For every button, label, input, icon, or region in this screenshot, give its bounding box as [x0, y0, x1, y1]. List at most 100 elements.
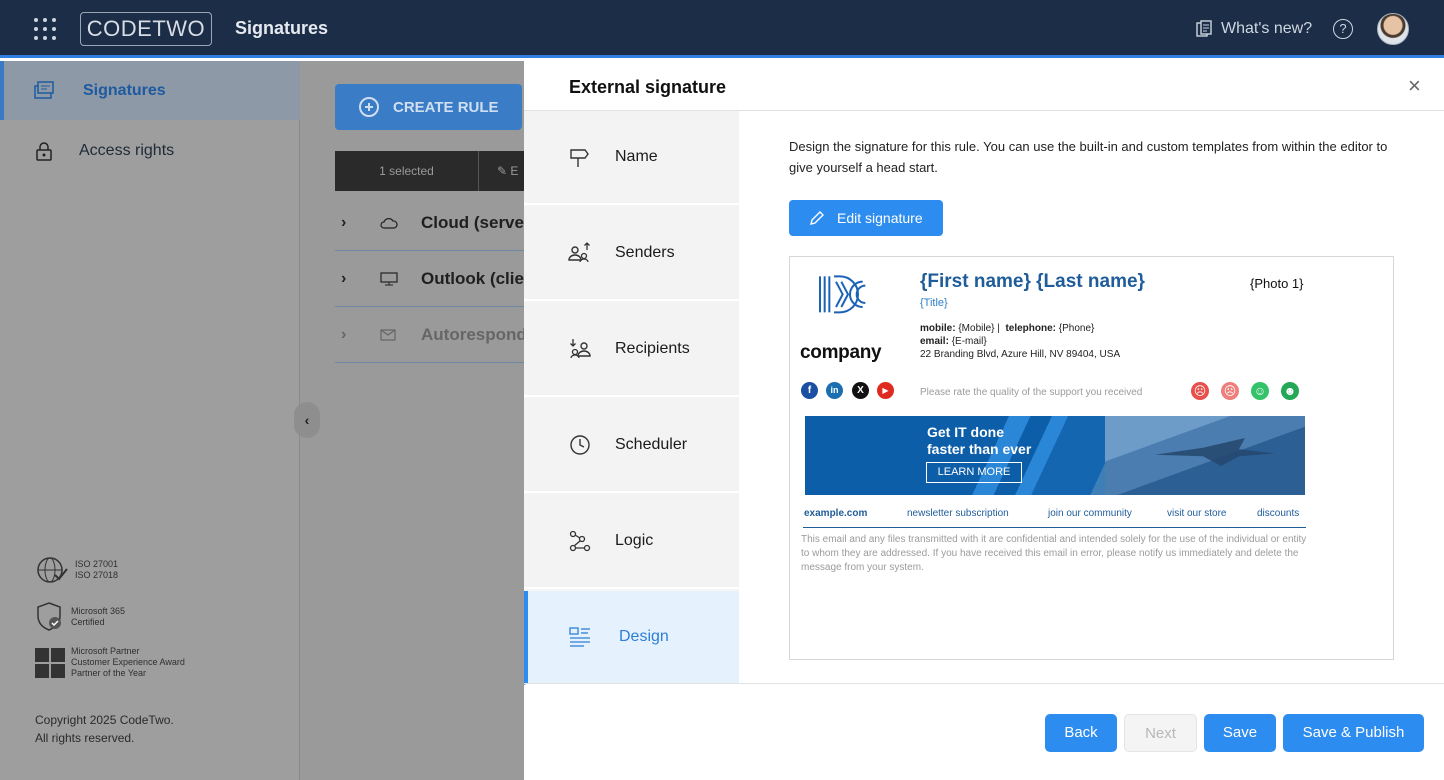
learn-more-button[interactable]: LEARN MORE — [926, 462, 1022, 483]
link-community[interactable]: join our community — [1048, 508, 1132, 519]
monitor-icon — [380, 272, 398, 286]
save-publish-button[interactable]: Save & Publish — [1283, 714, 1424, 752]
design-description: Design the signature for this rule. You … — [789, 139, 1388, 175]
email-label: email: — [920, 336, 949, 347]
cert-line: Microsoft 365 — [71, 606, 126, 616]
codetwo-logo[interactable]: CODETWO — [80, 12, 212, 46]
youtube-icon[interactable]: ▶ — [877, 382, 894, 399]
very-sad-face-icon[interactable]: ☹ — [1191, 382, 1209, 400]
cert-line: ISO 27018 — [75, 570, 119, 580]
sad-face-icon[interactable]: ☹ — [1221, 382, 1239, 400]
edit-signature-label: Edit signature — [837, 210, 923, 226]
copyright: Copyright 2025 CodeTwo. All rights reser… — [35, 711, 174, 747]
cert-line: Microsoft Partner — [71, 646, 140, 656]
cloud-icon — [380, 218, 398, 229]
whats-new-link[interactable]: What's new? — [1195, 18, 1312, 40]
whats-new-label: What's new? — [1221, 20, 1313, 37]
rating-prompt: Please rate the quality of the support y… — [920, 387, 1143, 398]
step-logic[interactable]: Logic — [524, 495, 739, 589]
banner-line: faster than ever — [927, 441, 1032, 457]
company-name: company — [800, 342, 882, 363]
edit-label: E — [510, 164, 519, 178]
sidebar: Signatures Access rights ISO 27001 ISO 27… — [0, 61, 300, 780]
selected-count: 1 selected — [335, 151, 479, 191]
chevron-right-icon[interactable]: › — [341, 326, 346, 344]
link-store[interactable]: visit our store — [1167, 508, 1226, 519]
microsoft-logo-icon — [35, 647, 65, 678]
partner-award: Microsoft Partner Customer Experience Awa… — [35, 646, 185, 679]
disclaimer: This email and any files transmitted wit… — [801, 534, 1307, 573]
cert-line: Customer Experience Award — [71, 657, 185, 667]
signpost-icon — [570, 149, 589, 167]
rule-group-autoresponder[interactable]: › Autorespond — [335, 308, 527, 363]
globe-check-icon — [37, 557, 68, 583]
app-launcher-icon[interactable] — [34, 18, 56, 40]
step-design[interactable]: Design — [524, 591, 739, 685]
recipients-icon — [570, 339, 591, 359]
email-value: {E-mail} — [951, 336, 987, 347]
edit-signature-button[interactable]: Edit signature — [789, 200, 943, 236]
plus-circle-icon — [359, 97, 379, 117]
collapse-sidebar-button[interactable]: ‹ — [294, 402, 320, 438]
chevron-right-icon[interactable]: › — [341, 270, 346, 288]
top-bar: CODETWO Signatures What's new? ? — [0, 0, 1444, 58]
close-icon[interactable]: × — [1408, 75, 1421, 97]
facebook-icon[interactable]: f — [801, 382, 818, 399]
design-content: Design the signature for this rule. You … — [739, 111, 1444, 684]
step-recipients[interactable]: Recipients — [524, 303, 739, 397]
senders-icon — [568, 242, 590, 263]
signatures-icon — [34, 80, 54, 99]
rule-group-label: Cloud (serve — [421, 213, 524, 232]
email-line: email: {E-mail} — [920, 336, 987, 347]
x-icon[interactable]: X — [852, 382, 869, 399]
autoresponder-icon — [380, 329, 396, 341]
sidebar-item-access-rights[interactable]: Access rights — [0, 121, 300, 180]
sidebar-item-label: Signatures — [83, 81, 166, 99]
chevron-right-icon[interactable]: › — [341, 214, 346, 232]
next-button[interactable]: Next — [1124, 714, 1197, 752]
address: 22 Branding Blvd, Azure Hill, NV 89404, … — [920, 349, 1121, 360]
steps-nav: Name Senders Recipients Scheduler Logic … — [524, 111, 739, 685]
promo-banner[interactable]: Get IT done faster than ever LEARN MORE — [805, 416, 1305, 495]
link-discounts[interactable]: discounts — [1257, 508, 1299, 519]
banner-line: Get IT done — [927, 424, 1004, 440]
step-scheduler[interactable]: Scheduler — [524, 399, 739, 493]
shield-check-icon — [37, 602, 61, 631]
step-label: Name — [615, 148, 658, 165]
panel-title: External signature — [569, 77, 727, 97]
design-icon — [569, 627, 590, 647]
news-icon — [1196, 20, 1212, 37]
pencil-icon — [810, 211, 824, 225]
back-button[interactable]: Back — [1045, 714, 1117, 752]
rule-panel: External signature × Name Senders Recipi… — [524, 61, 1444, 780]
phone-line: mobile: {Mobile} | telephone: {Phone} — [920, 323, 1094, 334]
create-rule-label: CREATE RULE — [393, 98, 499, 116]
sidebar-item-signatures[interactable]: Signatures — [0, 61, 300, 120]
linkedin-icon[interactable]: in — [826, 382, 843, 399]
step-name[interactable]: Name — [524, 111, 739, 205]
create-rule-button[interactable]: CREATE RULE — [335, 84, 522, 130]
help-icon[interactable]: ? — [1333, 19, 1353, 39]
step-senders[interactable]: Senders — [524, 207, 739, 301]
rule-group-outlook[interactable]: › Outlook (clie — [335, 252, 524, 307]
very-happy-face-icon[interactable]: ☻ — [1281, 382, 1299, 400]
company-logo-icon — [819, 275, 866, 314]
telephone-label: telephone: — [1005, 323, 1056, 334]
save-button[interactable]: Save — [1204, 714, 1276, 752]
link-example[interactable]: example.com — [804, 508, 867, 519]
link-newsletter[interactable]: newsletter subscription — [907, 508, 1009, 519]
signature-name: {First name} {Last name} — [920, 271, 1145, 292]
rule-group-cloud[interactable]: › Cloud (serve — [335, 196, 524, 251]
mobile-value: {Mobile} — [958, 323, 995, 334]
edit-toolbar-button[interactable]: ✎ E — [497, 164, 518, 178]
happy-face-icon[interactable]: ☺ — [1251, 382, 1269, 400]
app-title: Signatures — [235, 18, 329, 38]
rule-group-label: Autorespond — [421, 325, 527, 344]
signature-preview: company {First name} {Last name} {Title}… — [789, 256, 1394, 660]
user-avatar[interactable] — [1377, 13, 1409, 45]
mobile-label: mobile: — [920, 323, 956, 334]
divider — [524, 683, 1444, 684]
cert-line: ISO 27001 — [75, 559, 119, 569]
step-label: Senders — [615, 244, 675, 261]
lock-icon — [36, 141, 52, 161]
